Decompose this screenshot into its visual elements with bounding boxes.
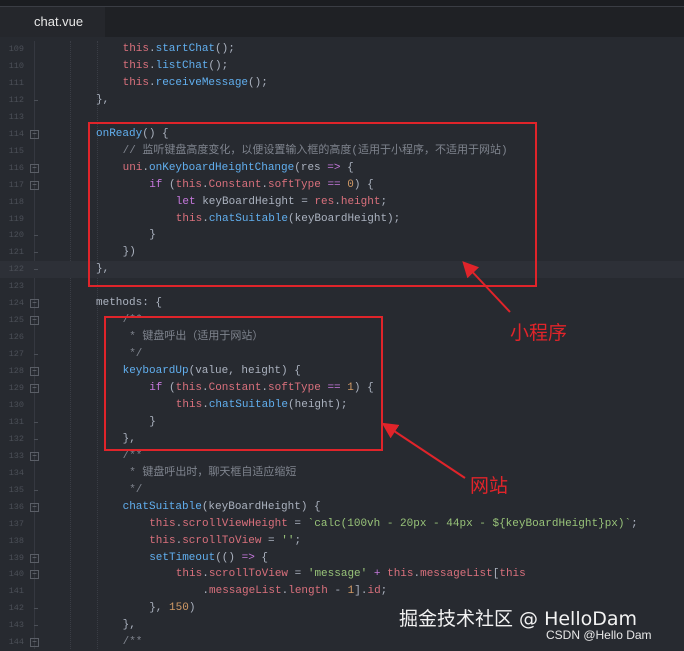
annotation-mini-program: 小程序 bbox=[510, 322, 568, 344]
arrow-to-website-box bbox=[381, 422, 466, 479]
arrow-to-mini-program-box bbox=[462, 261, 511, 313]
watermark-juejin: 掘金技术社区 @ HelloDam bbox=[399, 608, 638, 630]
annotation-arrows bbox=[381, 261, 511, 479]
watermark-csdn: CSDN @Hello Dam bbox=[546, 628, 652, 642]
annotation-website: 网站 bbox=[470, 475, 509, 497]
